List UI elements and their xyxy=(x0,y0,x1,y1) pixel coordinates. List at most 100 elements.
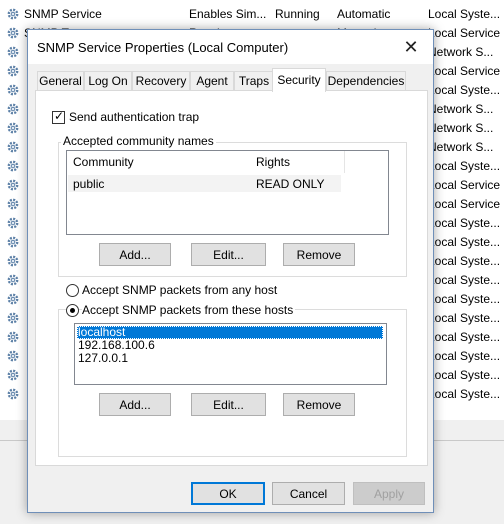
tab-label: Agent xyxy=(196,74,228,88)
accept-any-host-radio[interactable] xyxy=(66,284,79,297)
button-label: Apply xyxy=(373,486,405,501)
button-label: Add... xyxy=(119,397,151,412)
service-gear-icon xyxy=(6,235,20,249)
accept-these-hosts-label: Accept SNMP packets from these hosts xyxy=(82,303,296,317)
tab-label: Security xyxy=(277,73,321,87)
community-edit-button[interactable]: Edit... xyxy=(191,243,266,266)
service-name: SNMP Service xyxy=(24,7,102,21)
accept-these-hosts-radio[interactable] xyxy=(66,304,79,317)
community-rights: READ ONLY xyxy=(256,177,325,191)
service-log-on-as: Network S... xyxy=(428,140,494,154)
service-log-on-as: Network S... xyxy=(428,45,494,59)
hosts-list[interactable]: localhost 192.168.100.6 127.0.0.1 xyxy=(74,323,387,385)
service-gear-icon xyxy=(6,254,20,268)
service-description: Enables Sim... xyxy=(189,7,267,21)
tab-dependencies[interactable]: Dependencies xyxy=(326,71,406,91)
security-tab-panel: ✓ Send authentication trap Accepted comm… xyxy=(35,90,428,466)
service-log-on-as: Local Syste... xyxy=(428,311,501,325)
service-log-on-as: Local Syste... xyxy=(428,235,501,249)
tab-label: Log On xyxy=(88,74,128,88)
service-log-on-as: Local Syste... xyxy=(428,83,501,97)
service-gear-icon xyxy=(6,273,20,287)
tab-recovery[interactable]: Recovery xyxy=(132,71,190,91)
send-auth-trap-checkbox[interactable]: ✓ xyxy=(52,109,65,124)
service-gear-icon xyxy=(6,121,20,135)
tab-label: Dependencies xyxy=(327,74,405,88)
check-icon: ✓ xyxy=(54,109,65,123)
service-gear-icon xyxy=(6,197,20,211)
button-label: Edit... xyxy=(213,247,244,262)
service-gear-icon xyxy=(6,368,20,382)
service-gear-icon xyxy=(6,216,20,230)
service-log-on-as: Local Syste... xyxy=(428,387,501,401)
host-add-button[interactable]: Add... xyxy=(99,393,171,416)
service-log-on-as: Local Syste... xyxy=(428,292,501,306)
close-button[interactable]: ✕ xyxy=(389,30,433,64)
button-label: OK xyxy=(219,486,237,501)
button-label: Cancel xyxy=(289,486,328,501)
send-auth-trap-label: Send authentication trap xyxy=(69,110,200,124)
service-gear-icon xyxy=(6,330,20,344)
button-label: Remove xyxy=(296,397,342,412)
service-gear-icon xyxy=(6,140,20,154)
tab-label: Recovery xyxy=(135,74,187,88)
radio-selected-dot xyxy=(70,308,75,313)
service-gear-icon xyxy=(6,292,20,306)
host-item[interactable]: 127.0.0.1 xyxy=(77,352,128,365)
host-remove-button[interactable]: Remove xyxy=(283,393,355,416)
service-log-on-as: Local Service xyxy=(428,64,501,78)
ok-button[interactable]: OK xyxy=(191,482,265,505)
community-add-button[interactable]: Add... xyxy=(99,243,171,266)
column-header-rights[interactable]: Rights xyxy=(250,151,345,173)
community-group-title: Accepted community names xyxy=(61,134,216,148)
community-row[interactable]: public READ ONLY xyxy=(68,175,341,192)
tab-traps[interactable]: Traps xyxy=(234,71,274,91)
button-label: Add... xyxy=(119,247,151,262)
tab-security[interactable]: Security xyxy=(272,68,326,92)
tab-log-on[interactable]: Log On xyxy=(84,71,132,91)
service-gear-icon xyxy=(6,159,20,173)
service-log-on-as: Local Syste... xyxy=(428,368,501,382)
accept-any-host-label: Accept SNMP packets from any host xyxy=(82,283,278,297)
tab-label: Traps xyxy=(238,74,270,88)
service-status: Running xyxy=(275,7,320,21)
service-gear-icon xyxy=(6,387,20,401)
service-log-on-as: Local Syste... xyxy=(428,273,501,287)
service-log-on-as: Network S... xyxy=(428,102,494,116)
service-startup-type: Automatic xyxy=(337,7,391,21)
cancel-button[interactable]: Cancel xyxy=(272,482,345,505)
service-gear-icon xyxy=(6,349,20,363)
close-icon: ✕ xyxy=(403,36,419,57)
service-log-on-as: Local Syste... xyxy=(428,7,501,21)
service-row[interactable]: SNMP Service Enables Sim... Running Automat… xyxy=(0,5,504,24)
service-log-on-as: Local Syste... xyxy=(428,216,501,230)
community-remove-button[interactable]: Remove xyxy=(283,243,355,266)
tab-general[interactable]: General xyxy=(37,71,84,91)
service-gear-icon xyxy=(6,311,20,325)
button-label: Edit... xyxy=(213,397,244,412)
service-gear-icon xyxy=(6,178,20,192)
service-gear-icon xyxy=(6,64,20,78)
service-gear-icon xyxy=(6,83,20,97)
service-gear-icon xyxy=(6,7,20,21)
service-log-on-as: Local Syste... xyxy=(428,330,501,344)
service-log-on-as: Local Service xyxy=(428,178,501,192)
service-log-on-as: Network S... xyxy=(428,121,494,135)
community-name: public xyxy=(73,177,105,191)
service-log-on-as: Local Service xyxy=(428,197,501,211)
tab-agent[interactable]: Agent xyxy=(190,71,234,91)
button-label: Remove xyxy=(296,247,342,262)
service-gear-icon xyxy=(6,26,20,40)
community-list[interactable]: Community Rights public READ ONLY xyxy=(66,150,389,235)
column-header-community[interactable]: Community xyxy=(67,151,256,173)
apply-button[interactable]: Apply xyxy=(353,482,425,505)
tab-label: General xyxy=(39,74,82,88)
title-bar: SNMP Service Properties (Local Computer)… xyxy=(28,30,433,64)
service-log-on-as: Local Syste... xyxy=(428,349,501,363)
service-gear-icon xyxy=(6,102,20,116)
service-gear-icon xyxy=(6,45,20,59)
host-edit-button[interactable]: Edit... xyxy=(191,393,266,416)
service-log-on-as: Local Service xyxy=(428,26,501,40)
service-log-on-as: Local Syste... xyxy=(428,254,501,268)
properties-dialog: SNMP Service Properties (Local Computer)… xyxy=(27,29,434,513)
